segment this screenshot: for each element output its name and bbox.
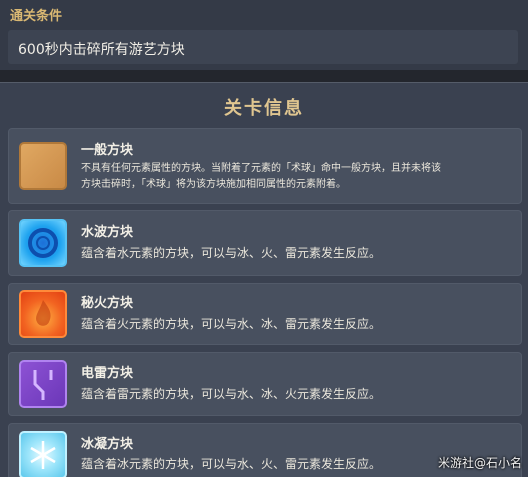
pyro-block-icon	[19, 290, 67, 338]
block-name: 冰凝方块	[81, 437, 134, 452]
block-desc-line2: 方块击碎时，「术球」将为该方块施加相同属性的元素附着。	[81, 179, 346, 190]
block-name: 水波方块	[81, 225, 134, 240]
clear-condition-text: 600秒内击碎所有游艺方块	[18, 42, 185, 58]
normal-block-icon	[19, 142, 67, 190]
divider	[0, 70, 528, 82]
block-card-pyro: 秘火方块 蕴含着火元素的方块，可以与水、冰、雷元素发生反应。	[8, 283, 522, 345]
electro-block-icon	[19, 360, 67, 408]
block-name: 一般方块	[81, 143, 134, 158]
block-card-hydro: 水波方块 蕴含着水元素的方块，可以与冰、火、雷元素发生反应。	[8, 210, 522, 276]
block-desc: 蕴含着火元素的方块，可以与水、冰、雷元素发生反应。	[81, 317, 382, 331]
level-info-title: 关卡信息	[224, 98, 304, 119]
hydro-block-icon	[19, 219, 67, 267]
block-desc: 蕴含着雷元素的方块，可以与水、冰、火元素发生反应。	[81, 387, 382, 401]
block-desc: 蕴含着水元素的方块，可以与冰、火、雷元素发生反应。	[81, 246, 382, 260]
block-desc-line1: 不具有任何元素属性的方块。当附着了元素的「术球」命中一般方块，且并未将该	[81, 163, 441, 174]
block-card-normal: 一般方块 不具有任何元素属性的方块。当附着了元素的「术球」命中一般方块，且并未将…	[8, 128, 522, 204]
clear-condition-title: 通关条件	[10, 9, 63, 24]
block-name: 电雷方块	[81, 366, 134, 381]
block-name: 秘火方块	[81, 296, 134, 311]
cryo-block-icon	[19, 431, 67, 477]
block-card-electro: 电雷方块 蕴含着雷元素的方块，可以与水、冰、火元素发生反应。	[8, 352, 522, 416]
watermark: 米游社@石小名	[437, 456, 522, 470]
